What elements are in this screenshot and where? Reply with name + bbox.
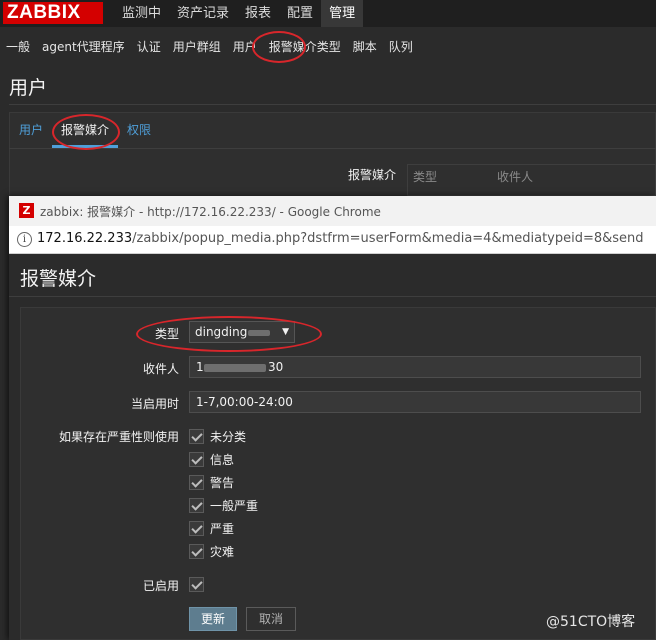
zabbix-favicon-icon: Z <box>19 203 34 218</box>
tab-media[interactable]: 报警媒介 <box>52 116 119 148</box>
sendto-label: 收件人 <box>142 362 179 376</box>
main-menu: 监测中 资产记录 报表 配置 管理 <box>114 0 364 27</box>
media-popup-window: Z zabbix: 报警媒介 - http://172.16.22.233/ -… <box>9 196 656 640</box>
redacted-blur <box>204 364 266 372</box>
user-tabs: 用户 报警媒介 权限 <box>10 116 160 148</box>
severity-warning[interactable]: 警告 <box>189 473 234 491</box>
media-section-label: 报警媒介 <box>348 168 397 182</box>
severity-label-text: 一般严重 <box>210 498 259 513</box>
period-value: 1-7,00:00-24:00 <box>196 395 293 409</box>
submenu-queue[interactable]: 队列 <box>383 35 419 59</box>
media-table-header-type: 类型 <box>413 170 438 184</box>
type-label: 类型 <box>154 327 179 341</box>
severity-label-text: 警告 <box>210 475 235 490</box>
type-select[interactable]: dingding ▼ <box>189 321 295 343</box>
url-text[interactable]: 172.16.22.233/zabbix/popup_media.php?dst… <box>37 231 644 246</box>
severity-label-text: 灾难 <box>210 544 235 559</box>
enabled-checkbox-row[interactable] <box>189 575 204 593</box>
chrome-title-bar[interactable]: Z zabbix: 报警媒介 - http://172.16.22.233/ -… <box>9 196 656 226</box>
redacted-blur <box>248 330 270 336</box>
update-button[interactable]: 更新 <box>189 607 237 631</box>
submenu-users[interactable]: 用户 <box>227 35 263 59</box>
checkbox-checked-icon[interactable] <box>189 497 204 513</box>
submenu-proxies[interactable]: agent代理程序 <box>36 35 131 59</box>
chevron-down-icon: ▼ <box>282 327 289 337</box>
severity-high[interactable]: 严重 <box>189 519 234 537</box>
severity-label: 如果存在严重性则使用 <box>58 430 179 444</box>
chrome-address-bar[interactable]: i 172.16.22.233/zabbix/popup_media.php?d… <box>9 226 656 254</box>
checkbox-checked-icon[interactable] <box>189 474 204 490</box>
severity-information[interactable]: 信息 <box>189 450 234 468</box>
cancel-button[interactable]: 取消 <box>246 607 296 631</box>
top-nav-bar: ZABBIX 监测中 资产记录 报表 配置 管理 <box>0 0 656 27</box>
enabled-label: 已启用 <box>142 579 179 593</box>
chrome-window-title: zabbix: 报警媒介 - http://172.16.22.233/ - G… <box>40 205 381 219</box>
checkbox-checked-icon[interactable] <box>189 451 204 467</box>
tabs-divider <box>9 148 656 149</box>
checkbox-checked-icon[interactable] <box>189 543 204 559</box>
severity-not-classified[interactable]: 未分类 <box>189 427 246 445</box>
popup-title-divider <box>9 296 656 297</box>
severity-label-text: 信息 <box>210 452 235 467</box>
menu-inventory[interactable]: 资产记录 <box>169 0 237 27</box>
zabbix-logo[interactable]: ZABBIX <box>3 2 103 24</box>
title-divider <box>9 104 656 105</box>
severity-average[interactable]: 一般严重 <box>189 496 258 514</box>
submenu-authentication[interactable]: 认证 <box>131 35 167 59</box>
url-host: 172.16.22.233 <box>37 231 133 246</box>
media-table: 类型 收件人 <box>407 164 656 196</box>
severity-disaster[interactable]: 灾难 <box>189 542 234 560</box>
watermark: @51CTO博客 <box>546 614 636 630</box>
page-title: 用户 <box>9 77 48 99</box>
url-path: /zabbix/popup_media.php?dstfrm=userForm&… <box>132 231 644 246</box>
checkbox-checked-icon[interactable] <box>189 428 204 444</box>
checkbox-checked-icon[interactable] <box>189 576 204 592</box>
submenu-media-types[interactable]: 报警媒介类型 <box>263 35 347 59</box>
menu-monitoring[interactable]: 监测中 <box>114 0 169 27</box>
submenu-user-groups[interactable]: 用户群组 <box>167 35 227 59</box>
menu-administration[interactable]: 管理 <box>321 0 364 27</box>
type-select-value: dingding <box>195 325 248 339</box>
sendto-input[interactable]: 1 30 <box>189 356 641 378</box>
checkbox-checked-icon[interactable] <box>189 520 204 536</box>
info-icon[interactable]: i <box>17 232 32 247</box>
sub-menu: 一般 agent代理程序 认证 用户群组 用户 报警媒介类型 脚本 队列 <box>0 35 656 59</box>
severity-label-text: 严重 <box>210 521 235 536</box>
tab-user[interactable]: 用户 <box>10 116 52 148</box>
submenu-general[interactable]: 一般 <box>0 35 36 59</box>
menu-reports[interactable]: 报表 <box>237 0 279 27</box>
popup-title: 报警媒介 <box>20 268 97 290</box>
sendto-value-end: 30 <box>268 360 284 374</box>
sendto-value-start: 1 <box>196 360 204 374</box>
menu-configuration[interactable]: 配置 <box>279 0 321 27</box>
severity-label-text: 未分类 <box>210 429 247 444</box>
media-table-header-sendto: 收件人 <box>497 170 534 184</box>
period-label: 当启用时 <box>130 397 179 411</box>
submenu-scripts[interactable]: 脚本 <box>347 35 383 59</box>
tab-permissions[interactable]: 权限 <box>118 116 160 148</box>
period-input[interactable]: 1-7,00:00-24:00 <box>189 391 641 413</box>
